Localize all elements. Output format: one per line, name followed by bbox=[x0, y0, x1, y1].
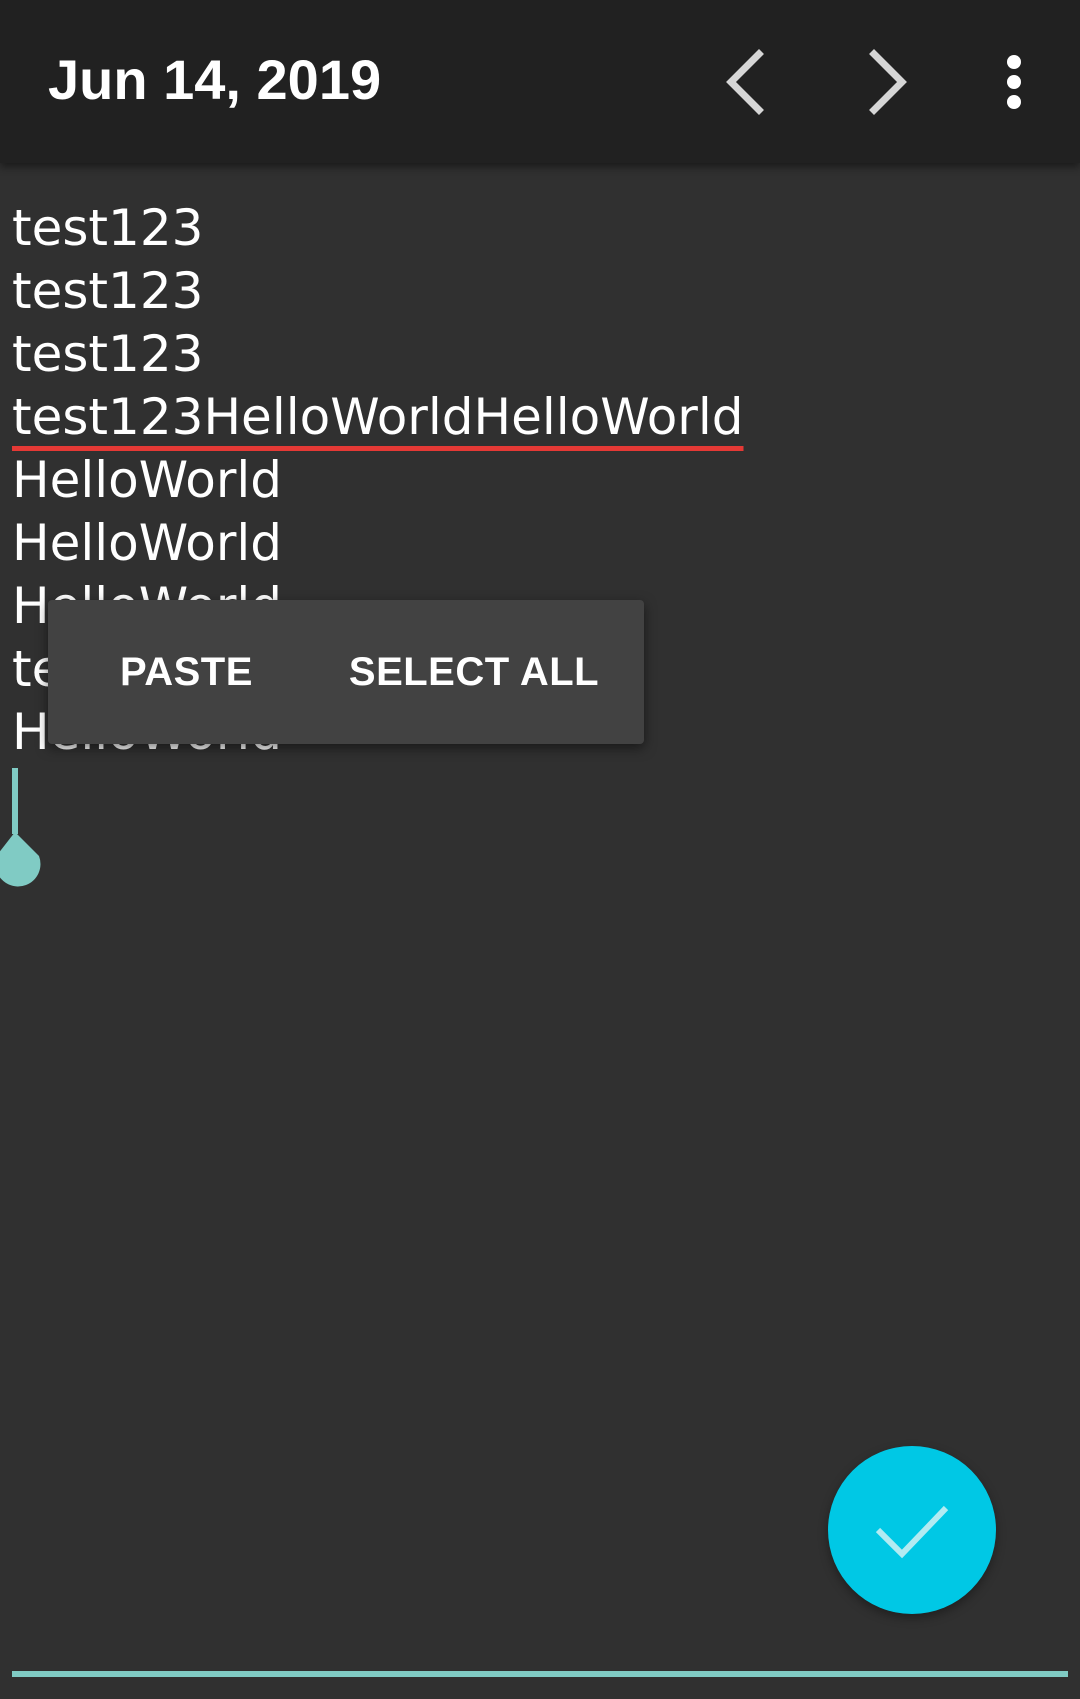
date-title: Jun 14, 2019 bbox=[48, 48, 382, 111]
paste-button[interactable]: PASTE bbox=[120, 650, 253, 695]
text-line: test123 bbox=[12, 325, 204, 383]
text-line: test123 bbox=[12, 199, 204, 257]
editor-underline bbox=[12, 1671, 1068, 1677]
select-all-button[interactable]: SELECT ALL bbox=[349, 650, 599, 695]
cursor-handle-icon[interactable] bbox=[0, 832, 45, 904]
chevron-left-icon bbox=[726, 49, 764, 115]
text-line-misspelled: test123HelloWorldHelloWorld bbox=[12, 388, 744, 446]
next-day-button[interactable] bbox=[840, 34, 936, 130]
chevron-right-icon bbox=[869, 49, 907, 115]
check-icon bbox=[875, 1505, 949, 1559]
save-fab-button[interactable] bbox=[828, 1446, 996, 1614]
more-options-button[interactable] bbox=[966, 34, 1062, 130]
text-line: HelloWorld bbox=[12, 514, 283, 572]
text-line: test123 bbox=[12, 262, 204, 320]
app-bar: Jun 14, 2019 bbox=[0, 0, 1080, 163]
text-line: HelloWorld bbox=[12, 451, 283, 509]
text-cursor bbox=[12, 768, 18, 834]
previous-day-button[interactable] bbox=[697, 34, 793, 130]
more-vert-icon bbox=[1007, 55, 1021, 109]
text-context-menu: PASTE SELECT ALL bbox=[48, 600, 644, 744]
